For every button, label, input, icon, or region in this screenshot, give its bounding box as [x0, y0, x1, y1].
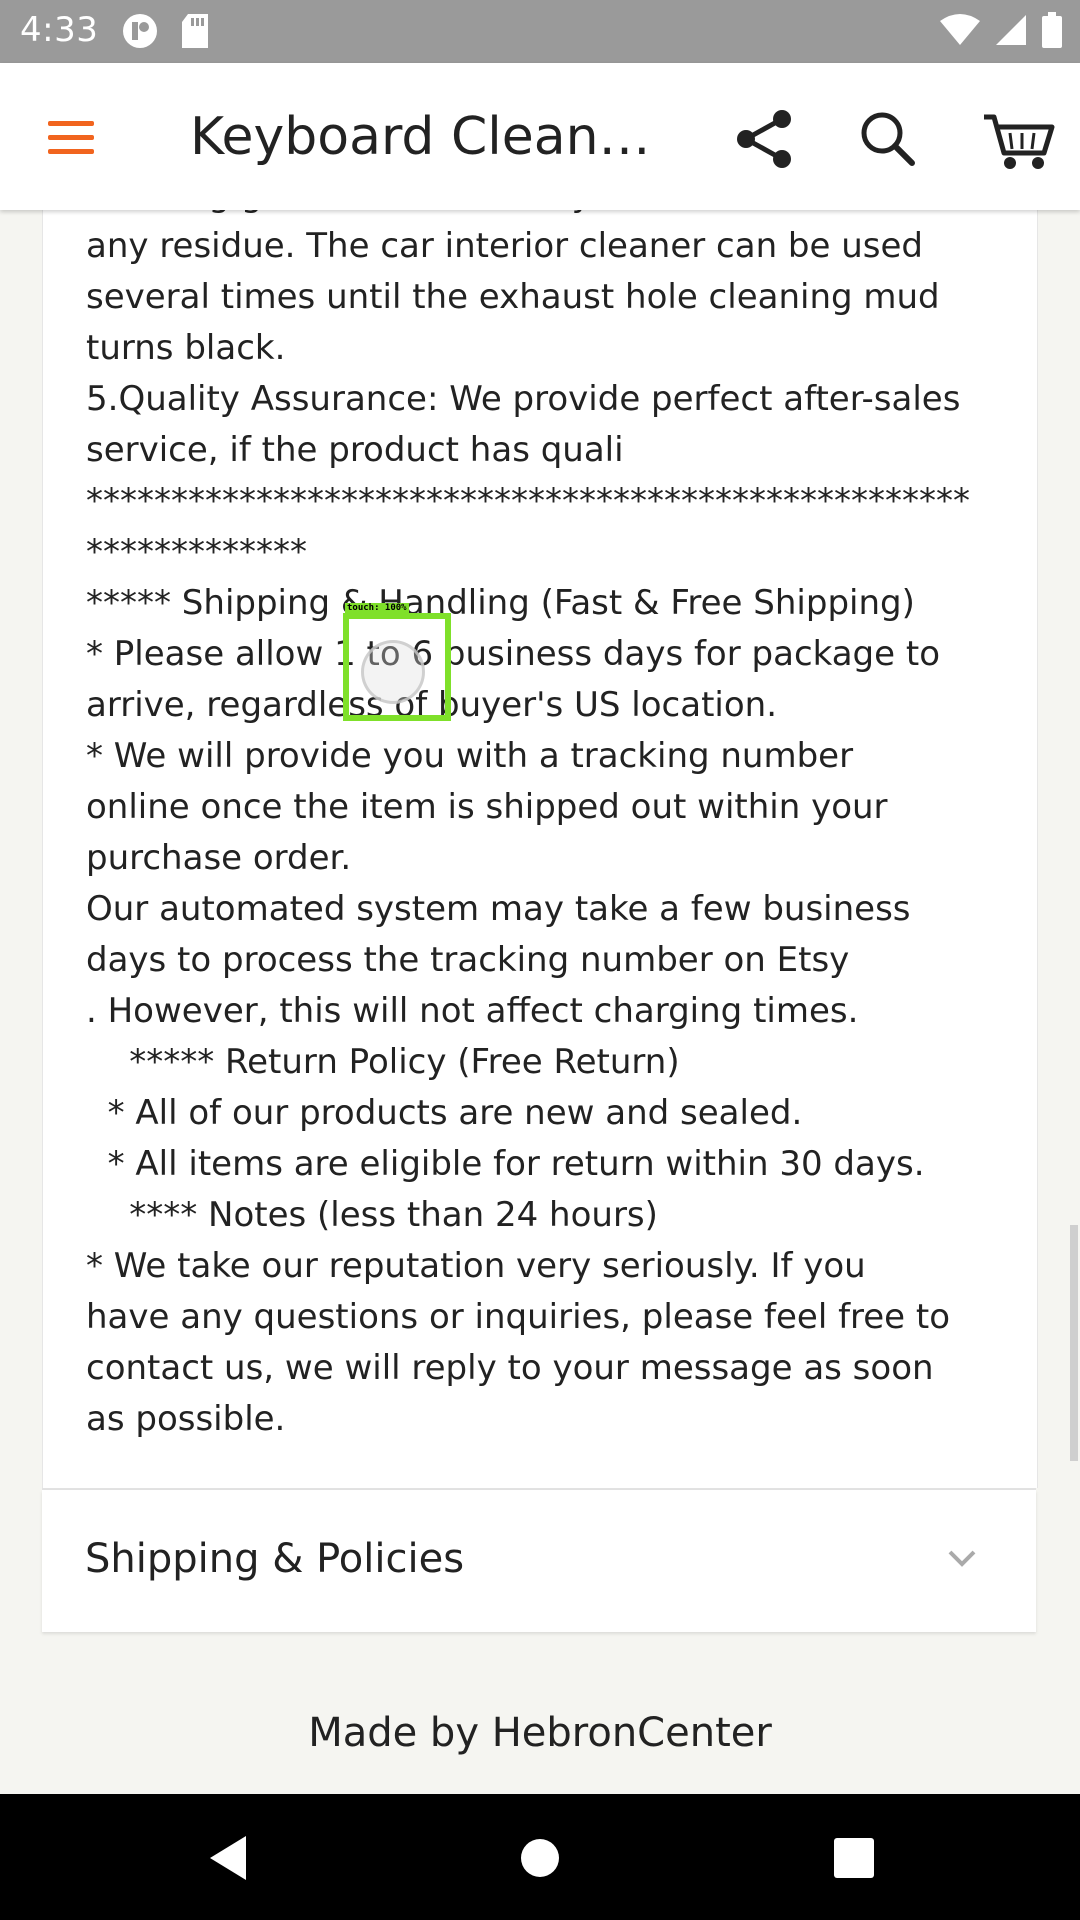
system-navigation-bar	[0, 1794, 1080, 1920]
cart-button[interactable]	[976, 99, 1060, 179]
description-line: online once the item is shipped out with…	[86, 787, 888, 827]
description-line: have any questions or inquiries, please …	[86, 1297, 951, 1337]
description-line: **** Notes (less than 24 hours)	[86, 1195, 658, 1235]
menu-button[interactable]	[30, 101, 102, 173]
touch-point	[361, 640, 425, 704]
description-line: purchase order.	[86, 838, 352, 878]
description-line: 5.Quality Assurance: We provide perfect …	[86, 379, 961, 419]
status-bar: 4:33	[0, 0, 1080, 63]
description-line: *************	[86, 532, 307, 572]
wifi-icon	[940, 14, 980, 45]
cellular-signal-icon	[996, 15, 1026, 45]
shop-made-by-heading[interactable]: Made by HebronCenter	[0, 1710, 1080, 1756]
description-line: cleaning gel will not stick to your hand…	[86, 210, 1006, 221]
sd-card-icon	[182, 14, 208, 48]
description-line: turns black.	[86, 328, 286, 368]
home-button[interactable]	[516, 1830, 564, 1886]
recents-square-icon	[834, 1838, 874, 1878]
back-button[interactable]	[202, 1830, 258, 1886]
page-title: Keyboard Cleane…	[190, 107, 680, 167]
description-line: Our automated system may take a few busi…	[86, 889, 911, 929]
description-line: ***** Return Policy (Free Return)	[86, 1042, 680, 1082]
share-icon	[737, 110, 791, 168]
app-bar: Keyboard Cleane…	[0, 63, 1080, 210]
shipping-policies-label: Shipping & Policies	[85, 1536, 465, 1582]
description-line: * All items are eligible for return with…	[86, 1144, 925, 1184]
scrollbar-thumb[interactable]	[1070, 1225, 1078, 1461]
touch-indicator-label: touch: 100%	[345, 603, 409, 613]
search-icon	[861, 112, 915, 166]
item-description: cleaning gel will not stick to your hand…	[86, 210, 1006, 1445]
shopping-cart-icon	[984, 114, 1055, 169]
description-line: ***** Shipping & Handling (Fast & Free S…	[86, 583, 915, 623]
description-line: as possible.	[86, 1399, 286, 1439]
status-notification-icons	[120, 12, 210, 50]
description-line: contact us, we will reply to your messag…	[86, 1348, 934, 1388]
description-line: . However, this will not affect charging…	[86, 991, 859, 1031]
status-system-icons	[940, 12, 1062, 48]
description-line: * We take our reputation very seriously.…	[86, 1246, 866, 1286]
hamburger-menu-icon	[48, 121, 94, 154]
share-button[interactable]	[724, 99, 804, 179]
description-line: service, if the product has quali	[86, 430, 624, 470]
chevron-down-icon	[948, 1550, 976, 1567]
battery-icon	[1042, 12, 1062, 48]
description-line: any residue. The car interior cleaner ca…	[86, 226, 924, 266]
description-card: cleaning gel will not stick to your hand…	[42, 210, 1038, 1488]
description-line: arrive, regardless of buyer's US locatio…	[86, 685, 778, 725]
description-line: * We will provide you with a tracking nu…	[86, 736, 854, 776]
description-line: ****************************************…	[86, 481, 970, 521]
back-triangle-icon	[210, 1836, 246, 1880]
shipping-policies-section[interactable]: Shipping & Policies	[42, 1490, 1036, 1632]
description-line: several times until the exhaust hole cle…	[86, 277, 940, 317]
recents-button[interactable]	[826, 1830, 882, 1886]
status-time: 4:33	[20, 10, 99, 50]
home-circle-icon	[521, 1839, 559, 1877]
search-button[interactable]	[848, 99, 928, 179]
description-line: * Please allow 1 to 6 business days for …	[86, 634, 941, 674]
description-line: * All of our products are new and sealed…	[86, 1093, 803, 1133]
app-notification-icon	[123, 14, 157, 48]
description-line: days to process the tracking number on E…	[86, 940, 850, 980]
